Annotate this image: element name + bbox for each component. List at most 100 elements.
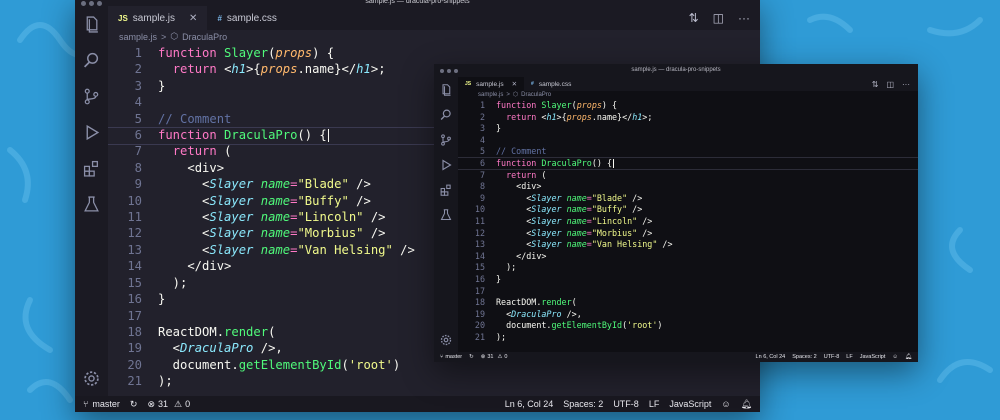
notifications-icon[interactable]: 🔔︎ — [905, 354, 918, 360]
code-line[interactable]: 17 — [458, 286, 918, 298]
code-token: props — [275, 46, 313, 60]
notifications-icon[interactable]: 🔔︎ — [741, 399, 760, 410]
cursor-position[interactable]: Ln 6, Col 24 — [756, 354, 786, 360]
feedback-icon[interactable]: ☺ — [892, 354, 898, 360]
code-token: < — [496, 227, 532, 238]
code-text: <Slayer name="Lincoln" /> — [496, 216, 652, 228]
run-debug-icon[interactable] — [434, 152, 458, 177]
code-line[interactable]: 19 <DraculaPro />, — [458, 309, 918, 321]
testing-icon[interactable] — [75, 186, 108, 222]
code-text: document.getElementById('root') — [496, 320, 662, 332]
branch-name[interactable]: master — [92, 399, 120, 409]
sync-icon[interactable]: ↻ — [469, 354, 474, 360]
code-line[interactable]: 3} — [458, 123, 918, 135]
cursor-position[interactable]: Ln 6, Col 24 — [505, 399, 554, 409]
language-mode[interactable]: JavaScript — [669, 399, 711, 409]
code-line[interactable]: 11 <Slayer name="Lincoln" /> — [458, 216, 918, 228]
breadcrumb-file[interactable]: sample.js — [478, 92, 503, 98]
code-text: ); — [496, 332, 506, 344]
source-control-icon[interactable] — [75, 78, 108, 114]
split-editor-icon[interactable]: ◫ — [713, 11, 724, 25]
line-ending[interactable]: LF — [846, 354, 852, 360]
settings-gear-icon[interactable] — [434, 327, 458, 352]
code-line[interactable]: 20 document.getElementById('root') — [458, 320, 918, 332]
error-count[interactable]: 31 — [487, 354, 493, 360]
minimize-dot[interactable] — [447, 68, 451, 73]
tab-sample-js[interactable]: JS sample.js ✕ — [458, 77, 525, 91]
extensions-icon[interactable] — [434, 177, 458, 202]
more-actions-icon[interactable]: ··· — [738, 11, 750, 25]
code-token: ) — [657, 320, 663, 331]
extensions-icon[interactable] — [75, 150, 108, 186]
compare-icon[interactable]: ⇅ — [872, 80, 879, 89]
code-line[interactable]: 13 <Slayer name="Van Helsing" /> — [458, 239, 918, 251]
source-control-icon[interactable] — [434, 127, 458, 152]
code-line[interactable]: 21); — [458, 332, 918, 344]
search-icon[interactable] — [434, 102, 458, 127]
code-token: > — [216, 160, 225, 175]
close-icon[interactable]: ✕ — [512, 80, 517, 88]
code-line[interactable]: 21); — [108, 373, 760, 389]
tab-sample-css[interactable]: # sample.css — [207, 6, 286, 30]
code-line[interactable]: 14 </div> — [458, 251, 918, 263]
close-icon[interactable]: ✕ — [189, 13, 197, 24]
maximize-dot[interactable] — [454, 68, 458, 73]
compare-icon[interactable]: ⇅ — [689, 11, 699, 25]
code-line[interactable]: 1 function Slayer(props) { — [108, 45, 760, 61]
code-line[interactable]: 6 function DraculaPro() { — [458, 158, 918, 170]
breadcrumb-symbol[interactable]: DraculaPro — [521, 92, 551, 98]
code-line[interactable]: 4 — [458, 135, 918, 147]
code-token: /> — [637, 227, 653, 238]
code-line[interactable]: 18 ReactDOM.render( — [458, 297, 918, 309]
breadcrumb-symbol[interactable]: DraculaPro — [182, 32, 227, 42]
language-mode[interactable]: JavaScript — [860, 354, 886, 360]
code-token: Slayer — [531, 215, 567, 226]
code-token: < — [496, 181, 522, 192]
tab-sample-css[interactable]: # sample.css — [524, 77, 578, 91]
code-token: Slayer — [209, 242, 261, 257]
code-line[interactable]: 2 return <h1>{props.name}</h1>; — [458, 112, 918, 124]
code-text: function DraculaPro() { — [496, 158, 614, 170]
code-token: ReactDOM. — [496, 297, 542, 308]
indentation[interactable]: Spaces: 2 — [792, 354, 816, 360]
line-ending[interactable]: LF — [649, 399, 660, 409]
breadcrumb-file[interactable]: sample.js — [119, 32, 157, 42]
code-line[interactable]: 9 <Slayer name="Blade" /> — [458, 193, 918, 205]
minimize-dot[interactable] — [89, 0, 94, 6]
files-icon[interactable] — [75, 6, 108, 42]
code-line[interactable]: 1 function Slayer(props) { — [458, 100, 918, 112]
maximize-dot[interactable] — [97, 0, 102, 6]
branch-name[interactable]: master — [445, 354, 462, 360]
css-file-icon: # — [217, 13, 222, 23]
run-debug-icon[interactable] — [75, 114, 108, 150]
error-count[interactable]: 31 — [158, 399, 168, 409]
code-line[interactable]: 10 <Slayer name="Buffy" /> — [458, 204, 918, 216]
encoding[interactable]: UTF-8 — [824, 354, 840, 360]
code-token: ) { — [601, 100, 618, 110]
code-line[interactable]: 16} — [458, 274, 918, 286]
files-icon[interactable] — [434, 77, 458, 102]
more-actions-icon[interactable]: ··· — [902, 80, 910, 89]
code-line[interactable]: 15 ); — [458, 262, 918, 274]
close-dot[interactable] — [440, 68, 444, 73]
code-editor[interactable]: 1 function Slayer(props) {2 return <h1>{p… — [458, 100, 918, 343]
search-icon[interactable] — [75, 42, 108, 78]
split-editor-icon[interactable]: ◫ — [886, 80, 894, 89]
code-line[interactable]: 7 return ( — [458, 170, 918, 182]
warning-count[interactable]: 0 — [185, 399, 190, 409]
code-token: > — [536, 181, 542, 192]
feedback-icon[interactable]: ☺ — [721, 399, 730, 409]
code-line[interactable]: 12 <Slayer name="Morbius" /> — [458, 228, 918, 240]
code-line[interactable]: 8 <div> — [458, 181, 918, 193]
sync-icon[interactable]: ↻ — [130, 399, 138, 410]
close-dot[interactable] — [81, 0, 86, 6]
tab-sample-js[interactable]: JS sample.js ✕ — [108, 6, 208, 30]
code-line[interactable]: 5 // Comment — [458, 146, 918, 158]
indentation[interactable]: Spaces: 2 — [563, 399, 603, 409]
encoding[interactable]: UTF-8 — [613, 399, 639, 409]
settings-gear-icon[interactable] — [75, 360, 108, 396]
warning-count[interactable]: 0 — [504, 354, 507, 360]
testing-icon[interactable] — [434, 202, 458, 227]
